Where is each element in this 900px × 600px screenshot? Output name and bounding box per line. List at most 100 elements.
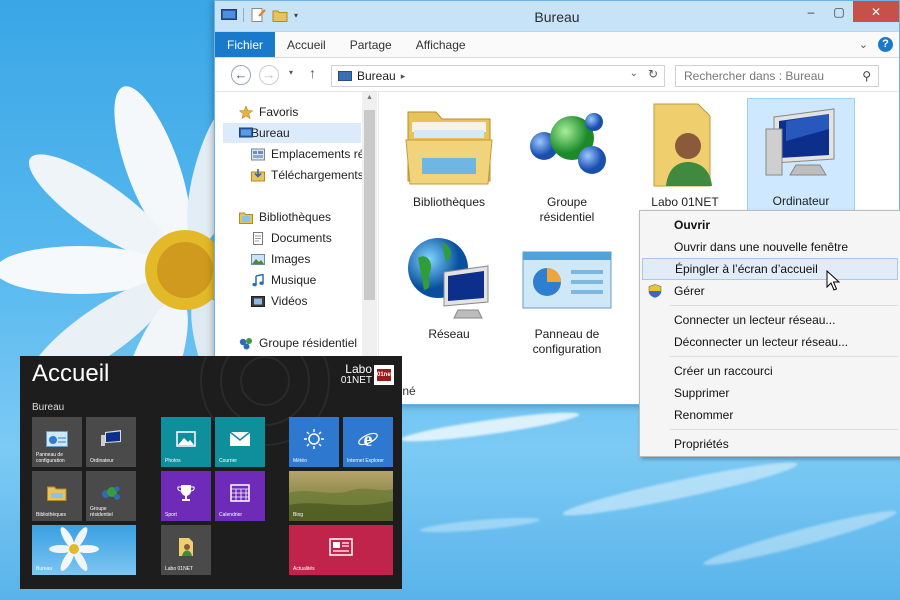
tile-news[interactable]: Actualités bbox=[289, 525, 393, 575]
tile-libraries[interactable]: Bibliothèques bbox=[32, 471, 82, 521]
homegroup-icon bbox=[102, 486, 120, 500]
refresh-icon[interactable]: ↻ bbox=[648, 67, 658, 81]
file-item-control-panel[interactable]: Panneau de configuration bbox=[513, 232, 621, 357]
tile-internet-explorer[interactable]: e Internet Explorer bbox=[343, 417, 393, 467]
address-field[interactable]: Bureau ▸ ⌄ ↻ bbox=[331, 65, 665, 87]
forward-button[interactable]: → bbox=[259, 65, 279, 85]
start-user-name[interactable]: Labo 01NET bbox=[341, 363, 372, 386]
avatar[interactable]: 01net bbox=[374, 365, 394, 385]
nav-label: Bibliothèques bbox=[259, 210, 332, 224]
tile-calendar[interactable]: Calendrier bbox=[215, 471, 265, 521]
nav-libraries[interactable]: Bibliothèques bbox=[239, 207, 331, 227]
network-icon bbox=[408, 238, 489, 319]
menu-item-disconnect-drive[interactable]: Déconnecter un lecteur réseau... bbox=[640, 331, 900, 353]
sun-icon bbox=[304, 429, 324, 449]
nav-item-pictures[interactable]: Images bbox=[251, 249, 310, 269]
tab-file[interactable]: Fichier bbox=[215, 32, 276, 57]
file-item-libraries[interactable]: Bibliothèques bbox=[395, 100, 503, 210]
tab-view[interactable]: Affichage bbox=[404, 32, 478, 57]
start-screen-preview: Accueil Labo 01NET 01net Bureau Panneau … bbox=[20, 356, 402, 589]
menu-item-pin-to-start[interactable]: Épingler à l’écran d’accueil bbox=[642, 258, 898, 280]
wallpaper-streak bbox=[399, 407, 581, 447]
menu-item-manage[interactable]: Gérer bbox=[640, 280, 900, 302]
tile-label: Météo bbox=[293, 458, 307, 464]
menu-item-map-drive[interactable]: Connecter un lecteur réseau... bbox=[640, 309, 900, 331]
up-button[interactable]: ↑ bbox=[309, 65, 316, 81]
file-item-user-folder[interactable]: Labo 01NET bbox=[631, 100, 739, 210]
search-placeholder: Rechercher dans : Bureau bbox=[684, 69, 825, 83]
file-item-label: Bibliothèques bbox=[412, 195, 486, 209]
nav-scrollbar[interactable]: ▲ bbox=[362, 92, 377, 384]
libraries-folder-icon bbox=[405, 111, 493, 185]
nav-item-recent-places[interactable]: Emplacements ré bbox=[251, 144, 364, 164]
file-item-label: Réseau bbox=[428, 327, 470, 341]
tile-label: Panneau de configuration bbox=[36, 452, 65, 464]
menu-item-delete[interactable]: Supprimer bbox=[640, 382, 900, 404]
tile-labo-01net[interactable]: Labo 01NET bbox=[161, 525, 211, 575]
downloads-icon bbox=[251, 168, 265, 181]
landscape-thumbnail-icon bbox=[289, 488, 393, 521]
nav-item-documents[interactable]: Documents bbox=[251, 228, 332, 248]
search-input[interactable]: Rechercher dans : Bureau ⚲ bbox=[675, 65, 879, 87]
tile-photos[interactable]: Photos bbox=[161, 417, 211, 467]
menu-separator bbox=[670, 305, 898, 306]
tile-bing[interactable]: Bing bbox=[289, 471, 393, 521]
tile-homegroup[interactable]: Groupe résidentiel bbox=[86, 471, 136, 521]
menu-item-open-new-window[interactable]: Ouvrir dans une nouvelle fenêtre bbox=[640, 236, 900, 258]
tile-computer[interactable]: Ordinateur bbox=[86, 417, 136, 467]
nav-item-desktop[interactable]: Bureau bbox=[223, 123, 361, 143]
tile-group-label: Bureau bbox=[32, 402, 65, 413]
user-folder-icon bbox=[653, 103, 712, 187]
file-item-computer[interactable]: Ordinateur bbox=[747, 98, 855, 212]
file-item-label: Panneau de configuration bbox=[532, 327, 602, 356]
recent-locations-icon[interactable]: ▾ bbox=[289, 68, 293, 77]
tile-label: Sport bbox=[165, 512, 177, 518]
back-button[interactable]: ← bbox=[231, 65, 251, 85]
decorative-ring bbox=[240, 356, 290, 406]
file-item-network[interactable]: Réseau bbox=[395, 232, 503, 342]
ribbon-tabs: Fichier Accueil Partage Affichage ⌄ ? bbox=[215, 32, 899, 58]
nav-item-videos[interactable]: Vidéos bbox=[251, 291, 307, 311]
calendar-icon bbox=[230, 484, 250, 502]
scrollbar-thumb[interactable] bbox=[364, 110, 375, 300]
file-item-label: Labo 01NET bbox=[651, 195, 719, 209]
tile-weather[interactable]: Météo bbox=[289, 417, 339, 467]
maximize-button[interactable]: ▢ bbox=[825, 1, 853, 22]
tile-mail[interactable]: Courrier bbox=[215, 417, 265, 467]
nav-label: Favoris bbox=[259, 105, 299, 119]
libraries-folder-icon bbox=[47, 486, 67, 501]
menu-item-open[interactable]: Ouvrir bbox=[640, 214, 900, 236]
expand-ribbon-icon[interactable]: ⌄ bbox=[859, 38, 868, 51]
tile-sport[interactable]: Sport bbox=[161, 471, 211, 521]
help-button[interactable]: ? bbox=[878, 37, 893, 52]
search-icon[interactable]: ⚲ bbox=[862, 66, 871, 86]
user-folder-icon bbox=[179, 538, 193, 556]
breadcrumb-chevron-icon[interactable]: ▸ bbox=[401, 71, 406, 82]
recent-places-icon bbox=[251, 148, 265, 160]
tile-label: Actualités bbox=[293, 566, 315, 572]
nav-item-downloads[interactable]: Téléchargements bbox=[251, 165, 364, 185]
address-dropdown-icon[interactable]: ⌄ bbox=[630, 68, 638, 79]
menu-item-rename[interactable]: Renommer bbox=[640, 404, 900, 426]
tile-control-panel[interactable]: Panneau de configuration bbox=[32, 417, 82, 467]
minimize-button[interactable]: – bbox=[797, 1, 825, 22]
nav-item-music[interactable]: Musique bbox=[251, 270, 316, 290]
svg-text:e: e bbox=[364, 429, 373, 450]
menu-item-properties[interactable]: Propriétés bbox=[640, 433, 900, 455]
file-item-homegroup[interactable]: Groupe résidentiel bbox=[513, 100, 621, 225]
close-button[interactable]: ✕ bbox=[853, 1, 899, 22]
menu-separator bbox=[670, 356, 898, 357]
tab-share[interactable]: Partage bbox=[338, 32, 404, 57]
file-item-label: Ordinateur bbox=[772, 194, 830, 208]
address-bar-row: ← → ▾ ↑ Bureau ▸ ⌄ ↻ Rechercher dans : B… bbox=[215, 58, 899, 92]
nav-label: Emplacements ré bbox=[271, 147, 365, 161]
scroll-up-icon[interactable]: ▲ bbox=[366, 94, 373, 101]
tab-home[interactable]: Accueil bbox=[275, 32, 338, 57]
tile-desktop[interactable]: Bureau bbox=[32, 525, 136, 575]
nav-favorites[interactable]: Favoris bbox=[239, 102, 298, 122]
nav-label: Documents bbox=[271, 231, 332, 245]
nav-homegroup[interactable]: Groupe résidentiel bbox=[239, 333, 357, 353]
title-bar[interactable]: ▾ Bureau – ▢ ✕ bbox=[215, 1, 899, 32]
window-controls: – ▢ ✕ bbox=[797, 1, 899, 22]
menu-item-create-shortcut[interactable]: Créer un raccourci bbox=[640, 360, 900, 382]
